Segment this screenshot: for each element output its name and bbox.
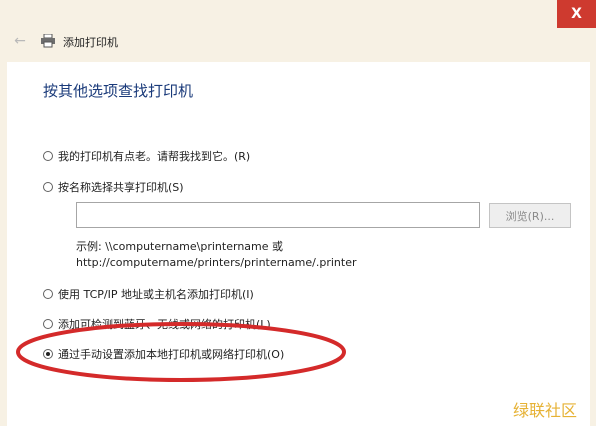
option-tcpip[interactable]: 使用 TCP/IP 地址或主机名添加打印机(I)	[43, 286, 254, 302]
radio-button[interactable]	[43, 319, 53, 329]
title-bar: X ← 添加打印机	[0, 0, 596, 62]
radio-button[interactable]	[43, 182, 53, 192]
back-arrow-icon[interactable]: ←	[12, 33, 28, 49]
close-button[interactable]: X	[557, 0, 596, 28]
radio-button[interactable]	[43, 151, 53, 161]
radio-button-selected[interactable]	[43, 349, 53, 359]
option-label: 使用 TCP/IP 地址或主机名添加打印机(I)	[58, 288, 254, 301]
example-line-1: 示例: \\computername\printername 或	[76, 240, 284, 253]
option-label: 按名称选择共享打印机(S)	[58, 181, 184, 194]
option-bluetooth-network[interactable]: 添加可检测到蓝牙、无线或网络的打印机(L)	[43, 316, 271, 332]
option-manual-setup[interactable]: 通过手动设置添加本地打印机或网络打印机(O)	[43, 346, 284, 362]
window-title: 添加打印机	[63, 36, 118, 49]
option-label: 我的打印机有点老。请帮我找到它。(R)	[58, 150, 251, 163]
page-heading: 按其他选项查找打印机	[43, 82, 194, 100]
option-shared-printer[interactable]: 按名称选择共享打印机(S)	[43, 179, 184, 195]
option-old-printer[interactable]: 我的打印机有点老。请帮我找到它。(R)	[43, 148, 250, 164]
radio-button[interactable]	[43, 289, 53, 299]
watermark: 绿联社区	[513, 401, 578, 420]
printer-icon	[41, 34, 55, 48]
example-line-2: http://computername/printers/printername…	[76, 256, 357, 269]
shared-printer-name-input[interactable]	[76, 202, 480, 228]
browse-button[interactable]: 浏览(R)...	[489, 203, 571, 228]
option-label: 通过手动设置添加本地打印机或网络打印机(O)	[58, 348, 285, 361]
close-icon: X	[571, 6, 582, 22]
option-label: 添加可检测到蓝牙、无线或网络的打印机(L)	[58, 318, 271, 331]
